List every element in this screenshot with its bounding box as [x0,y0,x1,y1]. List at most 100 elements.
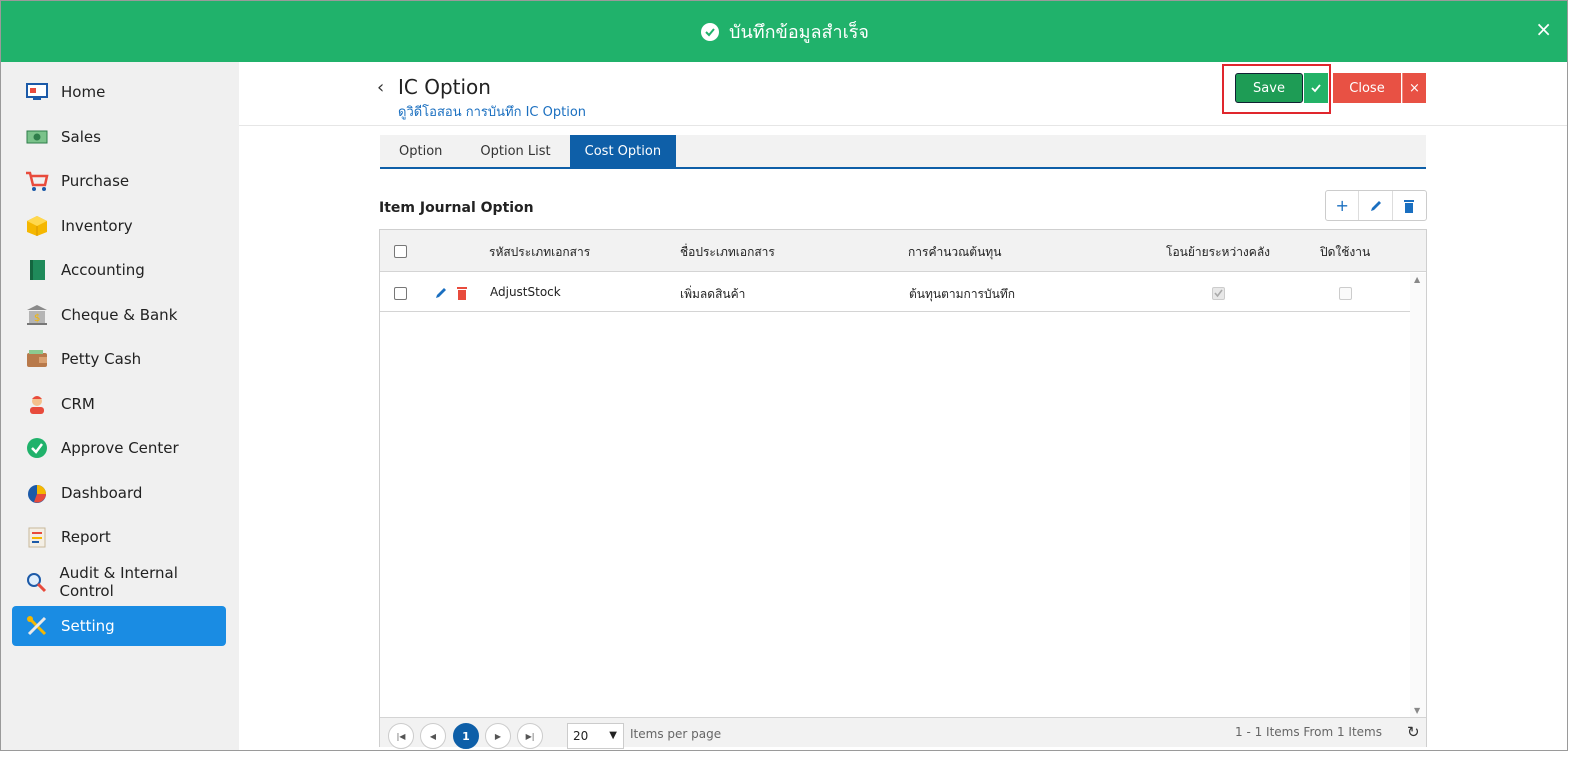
cell-code: AdjustStock [490,285,561,299]
sidebar-item-purchase[interactable]: Purchase [12,161,226,201]
sidebar-item-inventory[interactable]: Inventory [12,206,226,246]
column-header-disabled[interactable]: ปิดใช้งาน [1320,243,1370,262]
sidebar-item-label: Purchase [61,172,130,190]
data-grid: รหัสประเภทเอกสาร ชื่อประเภทเอกสาร การคำน… [379,229,1427,749]
video-tutorial-link[interactable]: ดูวิดีโอสอน การบันทึก IC Option [398,101,586,122]
toast-close-button[interactable]: × [1535,17,1552,41]
column-header-name[interactable]: ชื่อประเภทเอกสาร [680,243,775,262]
sidebar-item-accounting[interactable]: Accounting [12,250,226,290]
pager: |◀ ◀ 1 ▶ ▶| 20 ▼ Items per page 1 - 1 It… [380,717,1426,749]
wallet-icon [25,347,49,371]
tab-option-list[interactable]: Option List [461,135,569,167]
grid-header: รหัสประเภทเอกสาร ชื่อประเภทเอกสาร การคำน… [380,230,1426,272]
sidebar-item-setting[interactable]: Setting [12,606,226,646]
report-icon [25,525,49,549]
cell-name: เพิ่มลดสินค้า [680,287,746,301]
sidebar-item-label: Accounting [61,261,145,279]
sidebar-item-approve-center[interactable]: Approve Center [12,428,226,468]
tab-bar: Option Option List Cost Option [380,135,1426,169]
sidebar-item-crm[interactable]: CRM [12,384,226,424]
save-check-button[interactable] [1304,73,1328,103]
cell-disabled-checkbox [1339,287,1352,300]
sidebar-item-report[interactable]: Report [12,517,226,557]
money-icon [25,125,49,149]
pencil-icon [1370,200,1381,211]
prev-page-button[interactable]: ◀ [420,723,446,749]
tab-option[interactable]: Option [380,135,461,167]
back-chevron-icon[interactable]: ‹ [377,77,384,98]
dropdown-arrow-icon: ▼ [609,730,617,741]
pager-summary: 1 - 1 Items From 1 Items [1235,725,1382,739]
sidebar: Home Sales Purchase Inventory Accounting [1,1,239,750]
grid-toolbar: + [1325,190,1427,221]
sidebar-item-cheque-bank[interactable]: $ Cheque & Bank [12,295,226,335]
svg-text:$: $ [34,313,40,324]
sidebar-item-label: Audit & Internal Control [59,564,178,600]
table-row[interactable]: AdjustStock เพิ่มลดสินค้า ต้นทุนตามการบั… [380,273,1410,312]
column-header-code[interactable]: รหัสประเภทเอกสาร [489,243,590,262]
cell-transfer-checkbox [1212,287,1225,300]
current-page-button[interactable]: 1 [453,723,479,749]
column-header-transfer[interactable]: โอนย้ายระหว่างคลัง [1166,243,1270,262]
book-icon [25,258,49,282]
check-icon [1311,84,1321,93]
toast-message: บันทึกข้อมูลสำเร็จ [729,22,869,43]
sidebar-item-label: Approve Center [61,439,179,457]
check-icon [1214,289,1223,298]
row-checkbox[interactable] [394,287,407,300]
save-button[interactable]: Save [1235,73,1303,103]
scroll-up-icon[interactable]: ▲ [1414,275,1420,284]
tab-cost-option[interactable]: Cost Option [569,135,677,167]
header-divider [239,125,1567,126]
sidebar-item-label: Report [61,528,111,546]
person-icon [25,392,49,416]
row-delete-button[interactable] [456,286,468,303]
add-button[interactable]: + [1326,191,1360,220]
plus-icon: + [1335,196,1349,215]
sidebar-item-label: Inventory [61,217,133,235]
sidebar-item-petty-cash[interactable]: Petty Cash [12,339,226,379]
app-window: Home Sales Purchase Inventory Accounting [0,0,1568,751]
trash-icon [457,287,467,300]
check-circle-icon [701,22,720,41]
cart-icon [25,169,49,193]
select-all-checkbox[interactable] [394,245,407,258]
success-toast: บันทึกข้อมูลสำเร็จ × [1,1,1567,62]
sidebar-item-audit[interactable]: Audit & Internal Control [12,562,226,602]
tools-icon [25,614,49,638]
next-page-button[interactable]: ▶ [485,723,511,749]
magnifier-icon [25,570,48,594]
pie-chart-icon [25,481,49,505]
bank-icon: $ [25,303,49,327]
sidebar-item-label: Petty Cash [61,350,142,368]
sidebar-item-label: Dashboard [61,484,143,502]
page-size-select[interactable]: 20 ▼ [567,723,624,749]
cell-cost-calc: ต้นทุนตามการบันทึก [909,287,1015,301]
page-size-value: 20 [573,729,589,743]
check-circle-icon [25,436,49,460]
edit-button[interactable] [1359,191,1393,220]
sidebar-item-label: Cheque & Bank [61,306,178,324]
section-title: Item Journal Option [379,200,534,216]
sidebar-item-dashboard[interactable]: Dashboard [12,473,226,513]
sidebar-item-label: Setting [61,617,115,635]
scroll-down-icon[interactable]: ▼ [1414,706,1420,715]
sidebar-item-sales[interactable]: Sales [12,117,226,157]
close-icon[interactable]: × [1402,73,1426,103]
last-page-button[interactable]: ▶| [517,723,543,749]
pencil-icon [436,288,446,298]
refresh-icon[interactable]: ↻ [1407,723,1420,741]
grid-scrollbar[interactable]: ▲ ▼ [1410,273,1426,717]
row-edit-button[interactable] [434,286,448,303]
items-per-page-label: Items per page [630,727,722,741]
trash-icon [1404,199,1415,213]
sidebar-item-home[interactable]: Home [12,72,226,112]
sidebar-item-label: CRM [61,395,95,413]
home-icon [25,80,49,104]
delete-button[interactable] [1393,191,1426,220]
sidebar-item-label: Sales [61,128,101,146]
close-button[interactable]: Close [1333,73,1401,103]
column-header-cost-calc[interactable]: การคำนวณต้นทุน [908,243,1001,262]
first-page-button[interactable]: |◀ [388,723,414,749]
box-icon [25,214,49,238]
